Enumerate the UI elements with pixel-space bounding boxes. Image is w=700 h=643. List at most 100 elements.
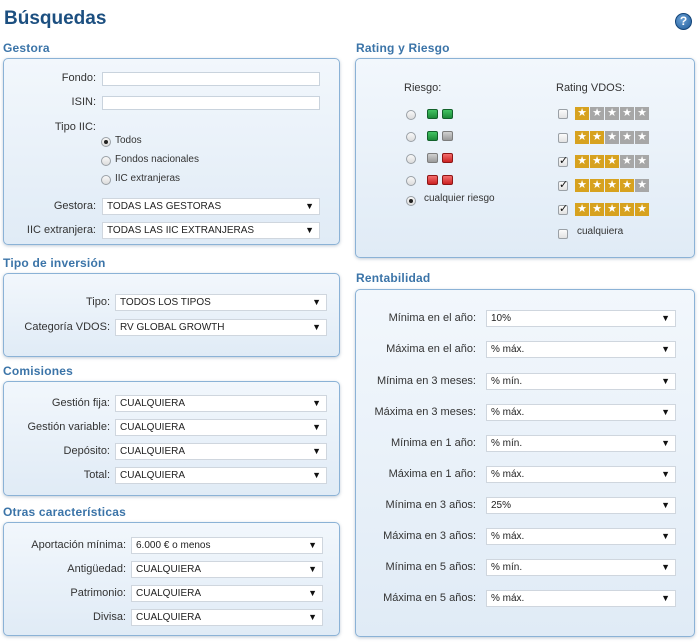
rentabilidad-row-label: Máxima en 3 años:: [383, 530, 476, 542]
rating-5-checkbox[interactable]: ✓: [558, 203, 568, 215]
star-icon: ★: [590, 179, 604, 192]
comision-select[interactable]: CUALQUIERA ▼: [115, 467, 327, 484]
comision-select[interactable]: CUALQUIERA ▼: [115, 395, 327, 412]
riesgo-level-4-radio[interactable]: [406, 176, 416, 186]
chevron-down-icon: ▼: [661, 469, 670, 479]
star-icon: ★: [575, 107, 589, 120]
rentabilidad-section-title: Rentabilidad: [356, 271, 431, 285]
chevron-down-icon: ▼: [661, 562, 670, 572]
rentabilidad-select-value: % máx.: [491, 531, 525, 542]
otras-select[interactable]: CUALQUIERA ▼: [131, 585, 323, 602]
chevron-down-icon: ▼: [661, 376, 670, 386]
rentabilidad-row-label: Máxima en 1 año:: [388, 468, 476, 480]
tipo-todos-radio[interactable]: [101, 137, 111, 147]
rating-1-checkbox[interactable]: [558, 109, 568, 119]
rentabilidad-row-label: Máxima en el año:: [386, 343, 476, 355]
chevron-down-icon: ▼: [308, 564, 317, 574]
star-icon: ★: [590, 155, 604, 168]
star-icon: ★: [635, 179, 649, 192]
tipo-select[interactable]: TODOS LOS TIPOS ▼: [115, 294, 327, 311]
rentabilidad-select[interactable]: 25% ▼: [486, 497, 676, 514]
rating-any-checkbox[interactable]: [558, 229, 568, 239]
categoria-select[interactable]: RV GLOBAL GROWTH ▼: [115, 319, 327, 336]
rentabilidad-row-label: Mínima en 5 años:: [385, 561, 477, 573]
comision-row-label: Gestión fija:: [51, 397, 110, 409]
riesgo-any-radio[interactable]: [406, 196, 416, 206]
otras-select-value: 6.000 € o menos: [136, 540, 211, 551]
chevron-down-icon: ▼: [661, 313, 670, 323]
riesgo-level-2-radio[interactable]: [406, 132, 416, 142]
fondo-input[interactable]: [102, 72, 320, 86]
rentabilidad-select-value: % máx.: [491, 407, 525, 418]
otras-select[interactable]: CUALQUIERA ▼: [131, 609, 323, 626]
chevron-down-icon: ▼: [308, 540, 317, 550]
gestora-panel: Fondo: ISIN: Tipo IIC: Todos Fondos naci…: [3, 58, 340, 245]
otras-row-label: Divisa:: [92, 611, 126, 623]
star-icon: ★: [620, 179, 634, 192]
tipo-nacionales-label: Fondos nacionales: [115, 154, 199, 165]
tipo-nacionales-radio[interactable]: [101, 156, 111, 166]
tipo-iic-label: Tipo IIC:: [54, 121, 96, 133]
riesgo-level-1-radio[interactable]: [406, 110, 416, 120]
checkmark-icon: ✓: [559, 179, 569, 191]
chevron-down-icon: ▼: [312, 422, 321, 432]
rentabilidad-select[interactable]: % máx. ▼: [486, 466, 676, 483]
rentabilidad-select[interactable]: % máx. ▼: [486, 341, 676, 358]
star-icon: ★: [605, 107, 619, 120]
rentabilidad-select[interactable]: % mín. ▼: [486, 435, 676, 452]
rentabilidad-select[interactable]: % mín. ▼: [486, 559, 676, 576]
chevron-down-icon: ▼: [661, 407, 670, 417]
isin-input[interactable]: [102, 96, 320, 110]
rating-panel: Riesgo: Rating VDOS: cualquier riesgo ★ …: [355, 58, 695, 258]
star-icon: ★: [620, 107, 634, 120]
comision-select[interactable]: CUALQUIERA ▼: [115, 419, 327, 436]
otras-section-title: Otras características: [3, 505, 126, 519]
comision-row-label: Depósito:: [63, 445, 110, 457]
inversion-panel: Tipo: TODOS LOS TIPOS ▼ Categoría VDOS: …: [3, 273, 340, 357]
rating-2-checkbox[interactable]: [558, 133, 568, 143]
gestora-select[interactable]: TODAS LAS GESTORAS ▼: [102, 198, 320, 215]
rating-4-checkbox[interactable]: ✓: [558, 179, 569, 191]
chevron-down-icon: ▼: [305, 201, 314, 211]
star-icon: ★: [635, 107, 649, 120]
star-icon: ★: [635, 155, 649, 168]
star-icon: ★: [605, 203, 619, 216]
risk-indicator-red: [427, 175, 438, 185]
star-icon: ★: [620, 203, 634, 216]
rentabilidad-select[interactable]: 10% ▼: [486, 310, 676, 327]
rating-3-checkbox[interactable]: ✓: [558, 155, 568, 167]
star-icon: ★: [575, 155, 589, 168]
rentabilidad-select[interactable]: % máx. ▼: [486, 528, 676, 545]
gestora-label: Gestora:: [53, 200, 96, 212]
riesgo-level-3-radio[interactable]: [406, 154, 416, 164]
chevron-down-icon: ▼: [312, 297, 321, 307]
comision-select[interactable]: CUALQUIERA ▼: [115, 443, 327, 460]
otras-select[interactable]: 6.000 € o menos ▼: [131, 537, 323, 554]
rentabilidad-select-value: 25%: [491, 500, 512, 511]
risk-indicator-red: [442, 175, 453, 185]
star-icon: ★: [620, 131, 634, 144]
tipo-extranjeras-radio[interactable]: [101, 175, 111, 185]
rentabilidad-select[interactable]: % máx. ▼: [486, 590, 676, 607]
chevron-down-icon: ▼: [661, 438, 670, 448]
help-icon[interactable]: ?: [675, 13, 692, 30]
rentabilidad-select[interactable]: % mín. ▼: [486, 373, 676, 390]
otras-row-label: Antigüedad:: [67, 563, 126, 575]
chevron-down-icon: ▼: [661, 593, 670, 603]
iic-extranjera-select-value: TODAS LAS IIC EXTRANJERAS: [107, 225, 255, 236]
chevron-down-icon: ▼: [312, 470, 321, 480]
star-icon: ★: [575, 179, 589, 192]
comisiones-panel: Gestión fija: CUALQUIERA ▼ Gestión varia…: [3, 381, 340, 496]
chevron-down-icon: ▼: [661, 500, 670, 510]
rating-vdos-label: Rating VDOS:: [556, 82, 626, 94]
tipo-todos-label: Todos: [115, 135, 142, 146]
rentabilidad-select[interactable]: % máx. ▼: [486, 404, 676, 421]
rentabilidad-select-value: % máx.: [491, 344, 525, 355]
risk-indicator-red: [442, 153, 453, 163]
star-icon: ★: [605, 131, 619, 144]
iic-extranjera-select[interactable]: TODAS LAS IIC EXTRANJERAS ▼: [102, 222, 320, 239]
star-icon: ★: [590, 131, 604, 144]
rentabilidad-panel: Mínima en el año: 10% ▼ Máxima en el año…: [355, 289, 695, 637]
risk-indicator-gray: [442, 131, 453, 141]
otras-select[interactable]: CUALQUIERA ▼: [131, 561, 323, 578]
